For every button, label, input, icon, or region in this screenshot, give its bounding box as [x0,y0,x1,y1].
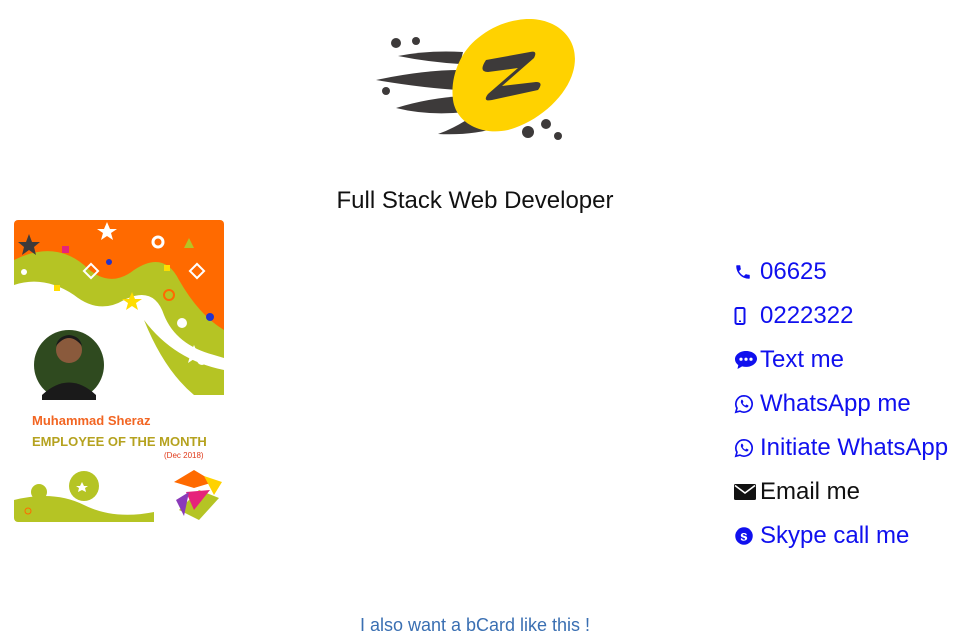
whatsapp-link[interactable]: WhatsApp me [734,388,964,420]
contact-list: 06625 0222322 Text me WhatsApp me Initia… [734,256,964,564]
mobile-number: 0222322 [760,302,854,329]
whatsapp-icon [734,388,758,420]
mobile-link[interactable]: 0222322 [734,300,964,332]
phone-icon [734,256,758,288]
card-employee-name: Muhammad Sheraz [32,413,151,428]
email-link[interactable]: Email me [734,476,964,508]
card-award-date: (Dec 2018) [164,451,204,460]
initiate-whatsapp-link[interactable]: Initiate WhatsApp [734,432,964,464]
phone-number: 06625 [760,258,827,285]
whatsapp-label: WhatsApp me [760,390,911,417]
get-bcard-link[interactable]: I also want a bCard like this ! [0,615,950,636]
z-brand-logo-icon [368,12,588,152]
initiate-whatsapp-label: Initiate WhatsApp [760,434,949,461]
text-me-label: Text me [760,346,845,373]
envelope-icon [734,476,758,508]
chat-icon [734,344,758,376]
whatsapp-icon [734,432,758,464]
skype-link[interactable]: Skype call me [734,520,964,552]
email-label: Email me [760,478,861,505]
page-title: Full Stack Web Developer [336,187,614,214]
card-award-title: EMPLOYEE OF THE MONTH [32,434,207,449]
employee-card-image: Muhammad Sheraz EMPLOYEE OF THE MONTH (D… [14,220,224,522]
mobile-icon [734,300,758,332]
skype-icon [734,520,758,552]
phone-link[interactable]: 06625 [734,256,964,288]
text-me-link[interactable]: Text me [734,344,964,376]
skype-label: Skype call me [760,522,910,549]
